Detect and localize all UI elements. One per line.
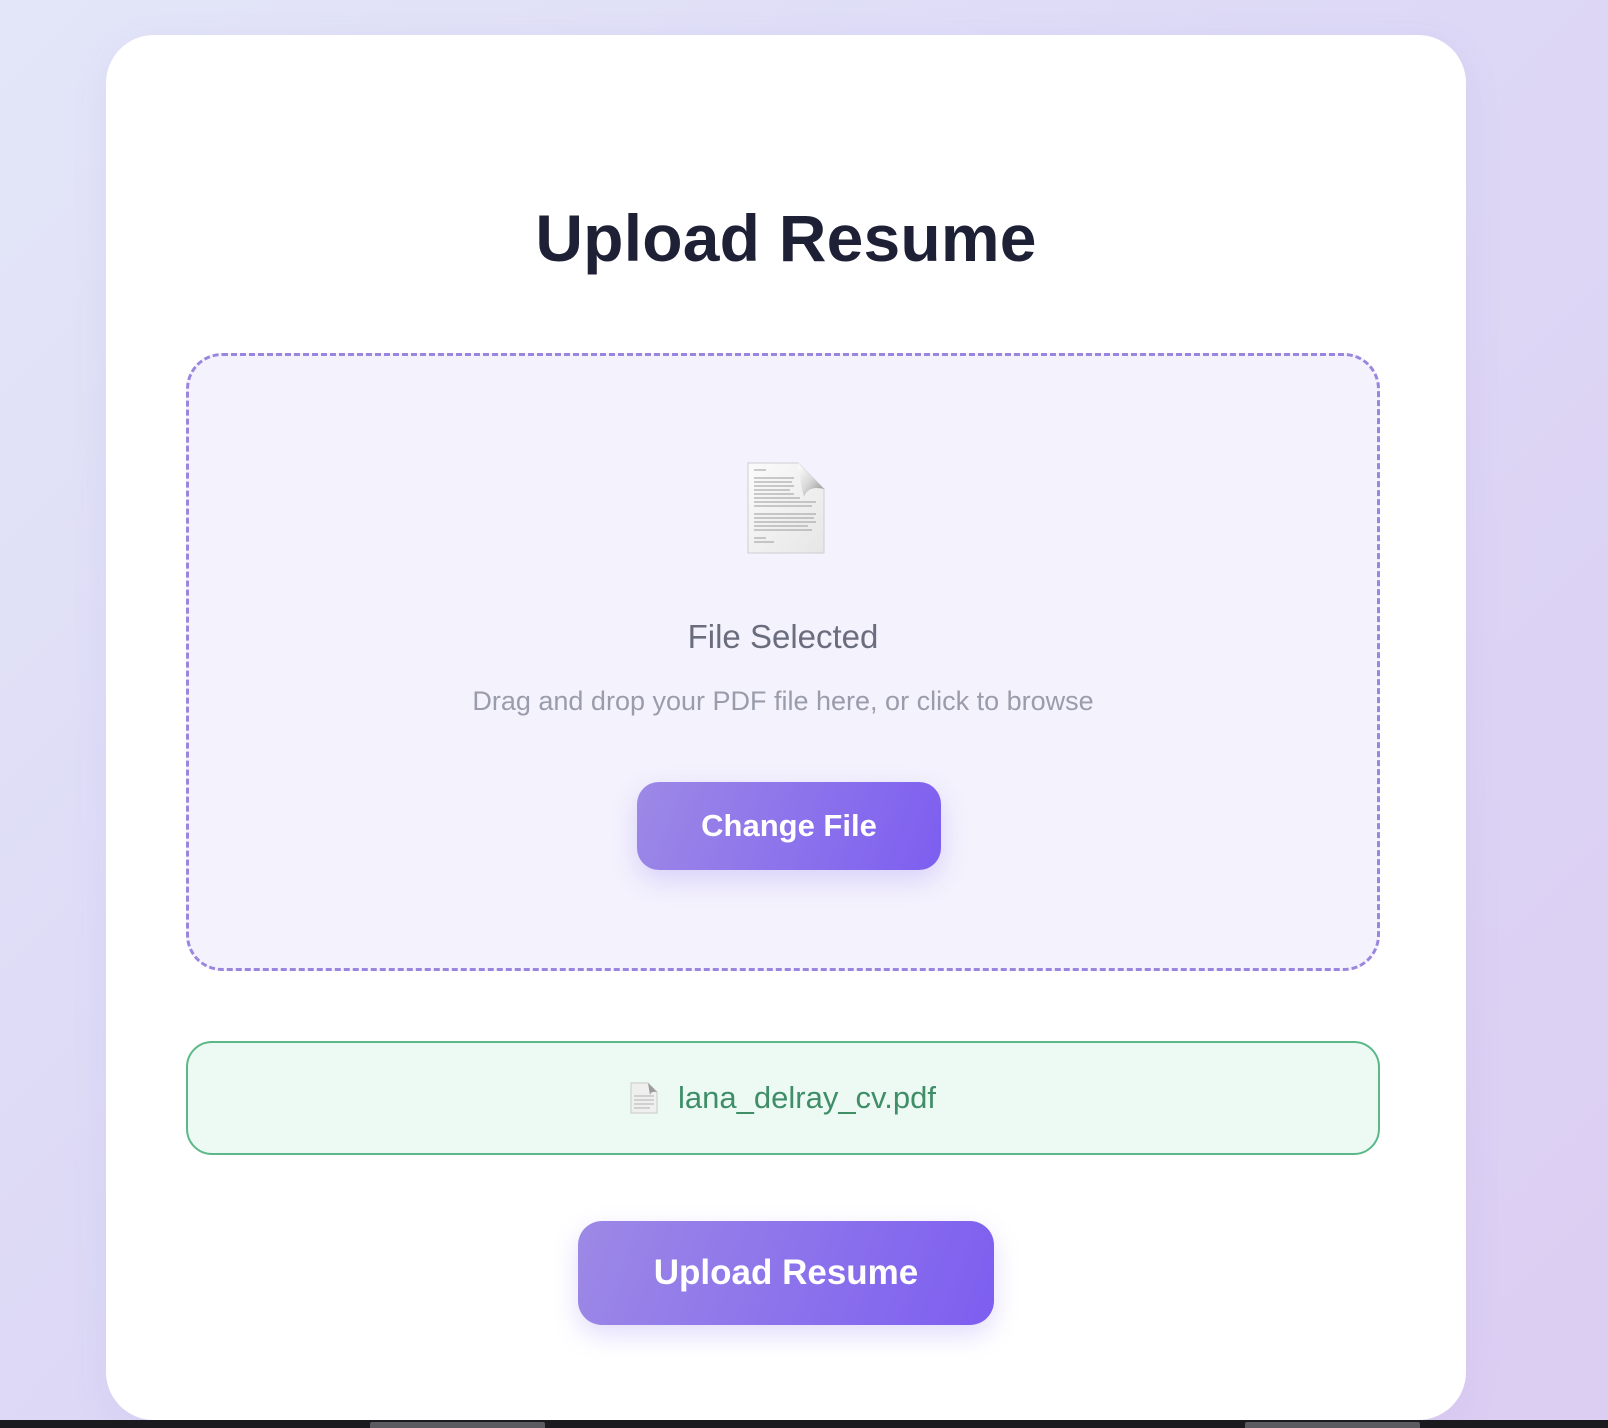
dropzone-hint: Drag and drop your PDF file here, or cli… (472, 686, 1094, 716)
taskbar-tab[interactable] (370, 1422, 545, 1428)
selected-file-chip: lana_delray_cv.pdf (186, 1041, 1380, 1155)
dropzone-title: File Selected (687, 618, 879, 655)
document-icon (747, 462, 825, 554)
upload-resume-button[interactable]: Upload Resume (578, 1221, 994, 1325)
page-title: Upload Resume (535, 201, 1037, 275)
document-icon (630, 1082, 658, 1114)
file-dropzone[interactable]: File Selected Drag and drop your PDF fil… (186, 353, 1380, 971)
selected-file-name: lana_delray_cv.pdf (678, 1080, 936, 1115)
bottom-taskbar (0, 1420, 1608, 1428)
upload-card: Upload Resume File Selected Drag and dro… (106, 35, 1466, 1420)
taskbar-tab[interactable] (1245, 1422, 1420, 1428)
change-file-button[interactable]: Change File (637, 782, 941, 870)
